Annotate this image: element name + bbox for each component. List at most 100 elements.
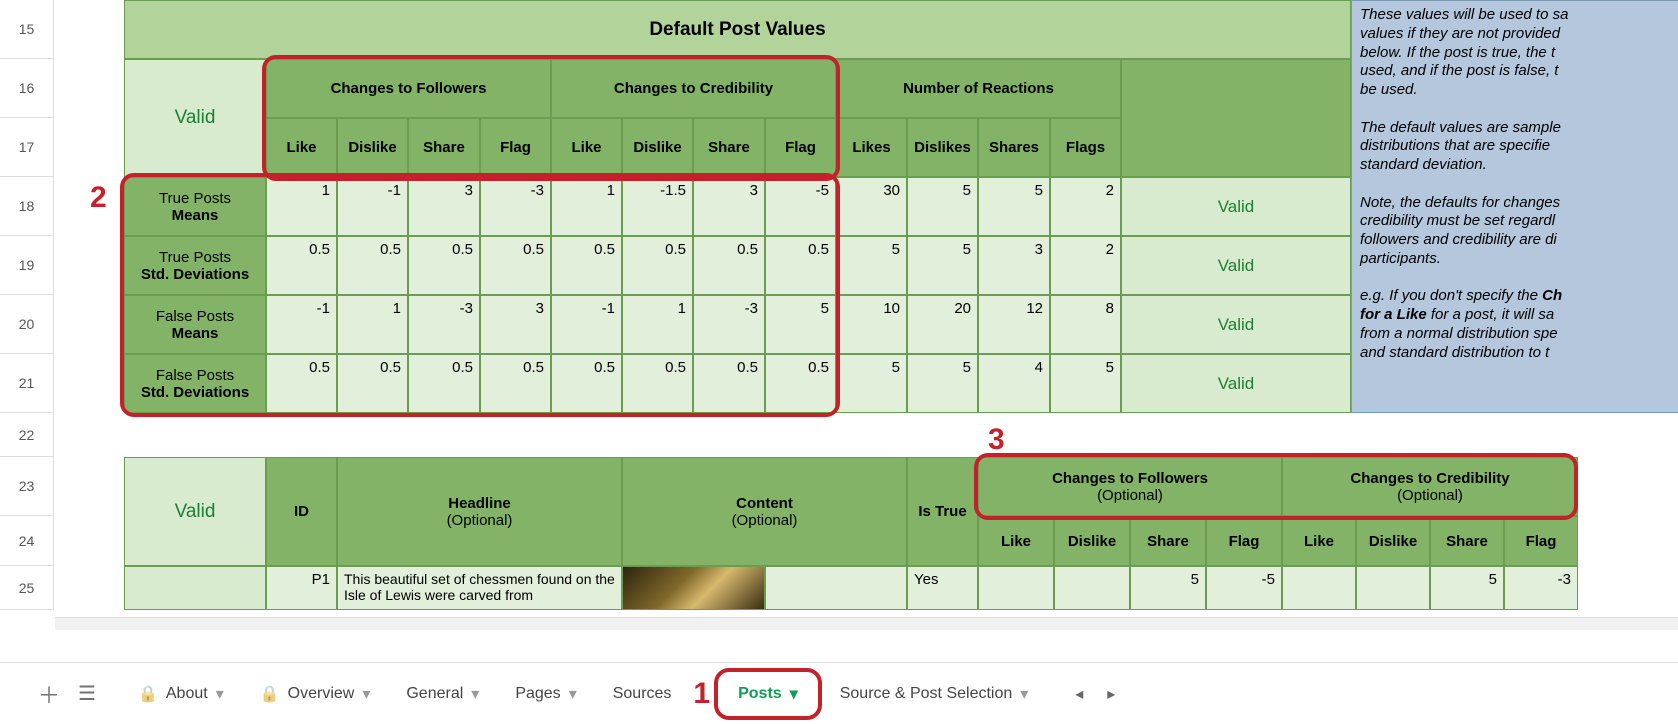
label: False Posts <box>156 367 234 384</box>
cell[interactable]: 0.5 <box>408 236 480 295</box>
cell[interactable]: 5 <box>978 177 1050 236</box>
row-num[interactable]: 18 <box>0 177 54 236</box>
cell[interactable]: 0.5 <box>551 236 622 295</box>
row25-f-dislike[interactable] <box>1054 566 1130 610</box>
tab-source-post-selection[interactable]: Source & Post Selection ▾ <box>822 674 1047 714</box>
col-ctf: Changes to Followers (Optional) <box>978 457 1282 516</box>
tab-posts[interactable]: Posts ▾ <box>720 674 816 714</box>
t: participants. <box>1360 250 1441 267</box>
cell[interactable]: 0.5 <box>266 354 337 413</box>
all-sheets-icon[interactable]: ☰ <box>78 681 96 706</box>
row25-istrue[interactable]: Yes <box>907 566 978 610</box>
cell[interactable]: 0.5 <box>693 236 765 295</box>
row-num[interactable]: 17 <box>0 118 54 177</box>
row-num[interactable]: 21 <box>0 354 54 413</box>
cell[interactable]: 0.5 <box>408 354 480 413</box>
add-sheet-icon[interactable]: ＋ <box>38 678 60 710</box>
row-num[interactable]: 24 <box>0 516 54 566</box>
cell[interactable]: 20 <box>907 295 978 354</box>
tab-about[interactable]: 🔒 About ▾ <box>120 674 242 714</box>
row-valid: Valid <box>1121 295 1351 354</box>
cell[interactable]: 0.5 <box>622 354 693 413</box>
row-num[interactable]: 15 <box>0 0 54 59</box>
cell[interactable]: 5 <box>836 354 907 413</box>
tab-pages[interactable]: Pages ▾ <box>497 674 594 714</box>
horizontal-scroll-strip[interactable] <box>55 617 1678 630</box>
row25-c-share[interactable]: 5 <box>1430 566 1504 610</box>
cell[interactable]: 1 <box>266 177 337 236</box>
row25-content-blank[interactable] <box>765 566 907 610</box>
row25-c-flag[interactable]: -3 <box>1504 566 1578 610</box>
row25-f-flag[interactable]: -5 <box>1206 566 1282 610</box>
row25-f-like[interactable] <box>978 566 1054 610</box>
cell[interactable]: 0.5 <box>480 236 551 295</box>
cell[interactable]: 2 <box>1050 177 1121 236</box>
cell[interactable]: 0.5 <box>693 354 765 413</box>
label: Changes to Credibility <box>1350 470 1509 487</box>
label: About <box>166 685 208 703</box>
label: General <box>406 685 463 703</box>
cell[interactable]: 5 <box>1050 354 1121 413</box>
cell[interactable]: 2 <box>1050 236 1121 295</box>
cell[interactable]: 0.5 <box>337 236 408 295</box>
cell[interactable]: 10 <box>836 295 907 354</box>
scroll-tabs-right-icon[interactable]: ▸ <box>1100 683 1122 705</box>
cell[interactable]: -1 <box>337 177 408 236</box>
label: Changes to Followers <box>1052 470 1208 487</box>
tab-overview[interactable]: 🔒 Overview ▾ <box>242 674 389 714</box>
tab-general[interactable]: General ▾ <box>388 674 497 714</box>
col2-c-dislike: Dislike <box>1356 516 1430 566</box>
scroll-tabs-left-icon[interactable]: ◂ <box>1068 683 1090 705</box>
cell[interactable]: 0.5 <box>266 236 337 295</box>
cell[interactable]: 3 <box>408 177 480 236</box>
row-num[interactable]: 23 <box>0 457 54 516</box>
cell[interactable]: 0.5 <box>622 236 693 295</box>
valid-header: Valid <box>124 59 266 177</box>
row-number-gutter: 15 16 17 18 19 20 21 22 23 24 25 <box>0 0 55 620</box>
cell[interactable]: 1 <box>551 177 622 236</box>
col2-c-share: Share <box>1430 516 1504 566</box>
cell[interactable]: 8 <box>1050 295 1121 354</box>
cell[interactable]: 1 <box>337 295 408 354</box>
cell[interactable]: -1 <box>551 295 622 354</box>
row-num[interactable]: 16 <box>0 59 54 118</box>
cell[interactable]: -1 <box>266 295 337 354</box>
row25-id[interactable]: P1 <box>266 566 337 610</box>
row25-content-image[interactable] <box>622 566 765 610</box>
row25-c-like[interactable] <box>1282 566 1356 610</box>
row25-f-share[interactable]: 5 <box>1130 566 1206 610</box>
cell[interactable]: -3 <box>693 295 765 354</box>
cell[interactable]: 12 <box>978 295 1050 354</box>
cell[interactable]: 5 <box>907 177 978 236</box>
cell[interactable]: -1.5 <box>622 177 693 236</box>
cell[interactable]: 5 <box>836 236 907 295</box>
row25-c-dislike[interactable] <box>1356 566 1430 610</box>
cell[interactable]: 3 <box>480 295 551 354</box>
t: for a Like <box>1360 306 1427 323</box>
row-num[interactable]: 25 <box>0 566 54 610</box>
cell[interactable]: 0.5 <box>551 354 622 413</box>
row-num[interactable]: 19 <box>0 236 54 295</box>
cell[interactable]: 3 <box>978 236 1050 295</box>
valid-header-2: Valid <box>124 457 266 566</box>
cell[interactable]: 1 <box>622 295 693 354</box>
cell[interactable]: -5 <box>765 177 836 236</box>
cell[interactable]: 0.5 <box>480 354 551 413</box>
t: These values will be used to sa <box>1360 6 1568 23</box>
row-num[interactable]: 20 <box>0 295 54 354</box>
cell[interactable]: 5 <box>907 236 978 295</box>
cell[interactable]: -3 <box>480 177 551 236</box>
row25-headline[interactable]: This beautiful set of chessmen found on … <box>337 566 622 610</box>
cell[interactable]: 0.5 <box>765 354 836 413</box>
cell[interactable]: 0.5 <box>765 236 836 295</box>
tab-sources[interactable]: Sources <box>595 674 690 714</box>
cell[interactable]: 4 <box>978 354 1050 413</box>
cell[interactable]: -3 <box>408 295 480 354</box>
dropdown-icon: ▾ <box>790 684 798 704</box>
cell[interactable]: 5 <box>765 295 836 354</box>
cell[interactable]: 30 <box>836 177 907 236</box>
cell[interactable]: 3 <box>693 177 765 236</box>
row-num[interactable]: 22 <box>0 413 54 457</box>
cell[interactable]: 5 <box>907 354 978 413</box>
cell[interactable]: 0.5 <box>337 354 408 413</box>
